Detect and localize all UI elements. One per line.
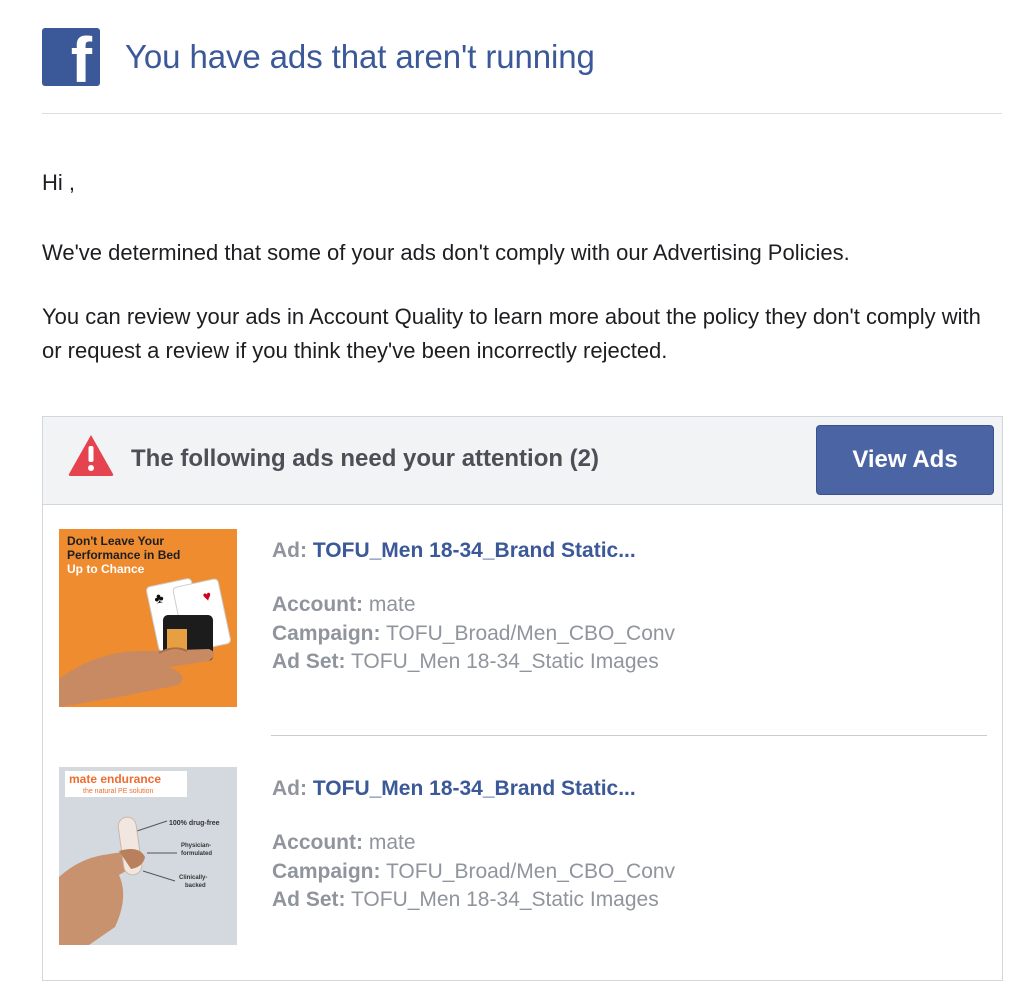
account-line: Account: mate [272,591,972,620]
svg-text:mate endurance: mate endurance [69,772,161,786]
svg-text:Performance in Bed: Performance in Bed [67,548,180,562]
ad-set-line: Ad Set: TOFU_Men 18-34_Static Images [272,886,972,915]
ad-set-value: TOFU_Men 18-34_Static Images [350,888,659,911]
svg-text:Up to Chance: Up to Chance [67,562,145,576]
svg-text:100% drug-free: 100% drug-free [169,820,220,827]
ad-details: Ad: TOFU_Men 18-34_Brand Static... Accou… [272,775,972,915]
account-label: Account: [272,831,363,854]
svg-text:Clinically-: Clinically- [179,875,207,881]
email-title: You have ads that aren't running [125,38,595,75]
ad-item: mate endurance the natural PE solution 1… [59,767,989,957]
account-line: Account: mate [272,829,972,858]
ad-details: Ad: TOFU_Men 18-34_Brand Static... Accou… [272,537,972,677]
campaign-value: TOFU_Broad/Men_CBO_Conv [385,621,676,645]
facebook-logo-icon: f [42,28,100,86]
campaign-label: Campaign: [272,859,381,883]
svg-text:Physician-: Physician- [181,843,211,849]
account-value: mate [368,593,416,616]
ad-name-link[interactable]: TOFU_Men 18-34_Brand Static... [313,777,636,800]
email-header: f You have ads that aren't running [42,28,1002,114]
svg-text:the natural PE solution: the natural PE solution [83,788,154,795]
ad-divider [271,735,987,736]
attention-title: The following ads need your attention (2… [131,445,600,472]
ad-thumbnail[interactable]: mate endurance the natural PE solution 1… [59,767,237,945]
campaign-value: TOFU_Broad/Men_CBO_Conv [385,859,676,883]
policy-notice-text: We've determined that some of your ads d… [42,240,850,265]
campaign-line: Campaign: TOFU_Broad/Men_CBO_Conv [272,620,972,649]
svg-text:backed: backed [185,883,206,889]
ad-set-label: Ad Set: [272,650,346,673]
attention-card-header: The following ads need your attention (2… [43,417,1002,505]
ad-name-line: Ad: TOFU_Men 18-34_Brand Static... [272,775,972,803]
attention-card: The following ads need your attention (2… [42,416,1003,981]
svg-text:formulated: formulated [181,851,212,857]
ad-name-line: Ad: TOFU_Men 18-34_Brand Static... [272,537,972,565]
ad-label: Ad: [272,539,307,562]
account-label: Account: [272,593,363,616]
ad-set-value: TOFU_Men 18-34_Static Images [350,650,659,673]
ad-name-link[interactable]: TOFU_Men 18-34_Brand Static... [313,539,636,562]
review-instructions-text: You can review your ads in Account Quali… [42,304,981,363]
ad-label: Ad: [272,777,307,800]
greeting: Hi , [42,170,75,195]
svg-text:Don't Leave Your: Don't Leave Your [67,534,164,548]
ad-set-label: Ad Set: [272,888,346,911]
ad-item: Don't Leave Your Performance in Bed Up t… [59,529,989,719]
warning-icon [68,435,114,476]
ad-set-line: Ad Set: TOFU_Men 18-34_Static Images [272,648,972,677]
view-ads-button[interactable]: View Ads [816,425,994,495]
account-value: mate [368,831,416,854]
campaign-label: Campaign: [272,621,381,645]
ad-thumbnail[interactable]: Don't Leave Your Performance in Bed Up t… [59,529,237,707]
campaign-line: Campaign: TOFU_Broad/Men_CBO_Conv [272,858,972,887]
